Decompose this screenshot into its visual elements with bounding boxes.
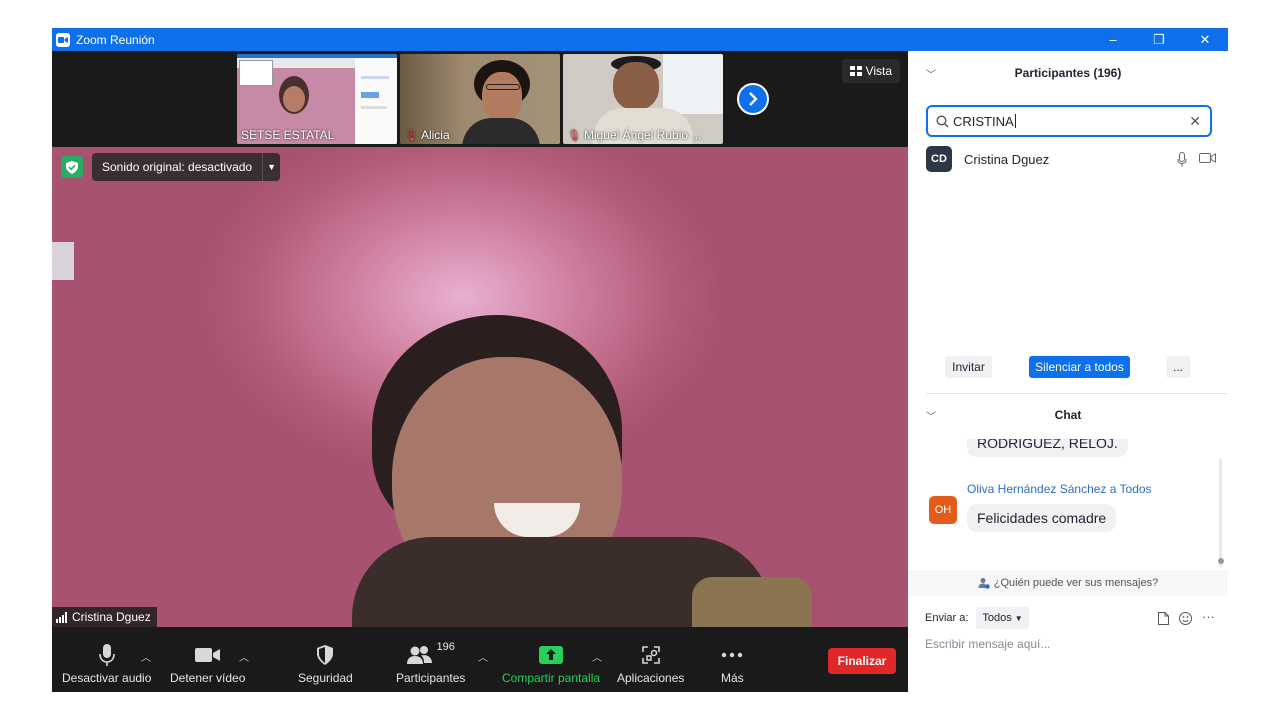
stop-video-button[interactable]: Detener vídeo xyxy=(170,641,245,685)
next-page-button[interactable] xyxy=(737,83,769,115)
signal-bars-icon xyxy=(56,611,67,623)
security-shield-icon xyxy=(61,156,83,178)
clear-search-icon[interactable]: ✕ xyxy=(1189,113,1201,130)
original-sound-toggle[interactable]: Sonido original: desactivado ▼ xyxy=(92,153,281,181)
participants-options-caret-icon[interactable]: ︿ xyxy=(478,649,488,664)
meeting-area: SETSE ESTATAL 🎙 Alicia 🎙 Miguel Ángel Rubi… xyxy=(52,51,908,692)
participants-icon: 196 xyxy=(406,641,455,669)
wall-outlet xyxy=(52,242,74,280)
video-camera-icon[interactable] xyxy=(1199,152,1216,164)
microphone-icon[interactable] xyxy=(1177,151,1187,167)
window-title: Zoom Reunión xyxy=(76,32,155,47)
close-button[interactable]: ✕ xyxy=(1182,28,1228,51)
share-options-caret-icon[interactable]: ︿ xyxy=(592,649,602,664)
zoom-window: Zoom Reunión – ❐ ✕ SETSE ESTATAL 🎙 Alici… xyxy=(52,28,1228,692)
message-visibility-link[interactable]: ¿Quién puede ver sus mensajes? xyxy=(908,570,1228,596)
security-button[interactable]: Seguridad xyxy=(298,641,353,685)
panel-divider xyxy=(926,393,1228,394)
participant-status-icons xyxy=(1177,151,1216,167)
chat-scrollbar-thumb[interactable] xyxy=(1218,558,1224,564)
grid-view-icon xyxy=(849,65,862,76)
chevron-down-icon: ▼ xyxy=(1014,613,1023,623)
thumbnail-alicia[interactable]: 🎙 Alicia xyxy=(400,54,560,144)
share-screen-icon xyxy=(539,641,564,669)
chevron-down-icon[interactable]: ▼ xyxy=(262,153,280,181)
collapse-chevron-icon[interactable]: ﹀ xyxy=(926,66,936,81)
window-controls: – ❐ ✕ xyxy=(1090,28,1228,51)
chevron-right-icon xyxy=(749,92,758,106)
thumbnail-label: SETSE ESTATAL xyxy=(241,128,335,142)
emoji-icon[interactable] xyxy=(1179,611,1192,625)
file-icon[interactable] xyxy=(1158,611,1169,625)
more-button[interactable]: Más xyxy=(721,641,744,685)
view-button[interactable]: Vista xyxy=(841,59,900,83)
participants-header: ﹀ Participantes (196) xyxy=(926,66,1122,81)
participant-search-input[interactable]: CRISTINA ✕ xyxy=(926,105,1212,137)
search-icon xyxy=(936,114,949,128)
chat-compose-input[interactable]: Escribir mensaje aquí... xyxy=(925,637,1050,651)
thumbnail-label: 🎙 Miguel Ángel Rubio ... xyxy=(567,128,702,142)
more-dots-icon xyxy=(721,641,743,669)
scarf-shape xyxy=(692,577,812,627)
speaker-name-tag: Cristina Dguez xyxy=(52,607,157,627)
chat-scrollbar[interactable] xyxy=(1219,459,1222,567)
minimize-button[interactable]: – xyxy=(1090,28,1136,51)
participants-count: 196 xyxy=(436,641,455,653)
mute-audio-button[interactable]: Desactivar audio xyxy=(62,641,151,685)
share-screen-button[interactable]: Compartir pantalla xyxy=(502,641,600,685)
participants-button[interactable]: 196 Participantes xyxy=(396,641,465,685)
participant-actions: Invitar Silenciar a todos ... xyxy=(908,356,1228,378)
microphone-icon xyxy=(98,641,115,669)
send-to-row: Enviar a: Todos ▼ ··· xyxy=(925,607,1215,629)
side-panel: ﹀ Participantes (196) CRISTINA ✕ CD Cris… xyxy=(908,51,1228,692)
invite-button[interactable]: Invitar xyxy=(945,356,992,378)
avatar: OH xyxy=(929,496,957,524)
chat-message-partial: RODRIGUEZ, RELOJ. xyxy=(967,439,1128,457)
participant-name: Cristina Dguez xyxy=(964,151,1050,167)
more-dots-icon[interactable]: ··· xyxy=(1202,610,1215,625)
end-meeting-button[interactable]: Finalizar xyxy=(828,648,896,674)
apps-button[interactable]: Aplicaciones xyxy=(617,641,684,685)
search-value: CRISTINA xyxy=(953,113,1014,129)
more-options-button[interactable]: ... xyxy=(1166,356,1190,378)
chat-message: Felicidades comadre xyxy=(967,504,1117,532)
zoom-logo-icon xyxy=(56,32,70,47)
chat-header: ﹀ Chat xyxy=(926,408,1082,423)
avatar: CD xyxy=(926,146,952,172)
thumbnail-setse-estatal[interactable]: SETSE ESTATAL xyxy=(237,54,397,144)
restore-button[interactable]: ❐ xyxy=(1136,28,1182,51)
apps-icon xyxy=(641,641,661,669)
collapse-chevron-icon[interactable]: ﹀ xyxy=(926,408,936,423)
audio-options-caret-icon[interactable]: ︿ xyxy=(141,649,151,664)
chat-sender[interactable]: Oliva Hernández Sánchez a Todos xyxy=(967,482,1152,496)
shield-icon xyxy=(316,641,334,669)
user-visibility-icon xyxy=(978,578,990,589)
mute-all-button[interactable]: Silenciar a todos xyxy=(1029,356,1130,378)
main-video: Sonido original: desactivado ▼ Cristina … xyxy=(52,147,908,627)
chat-messages: RODRIGUEZ, RELOJ. Oliva Hernández Sánche… xyxy=(908,439,1228,567)
muted-mic-icon: 🎙 xyxy=(404,129,418,142)
thumbnail-label: 🎙 Alicia xyxy=(404,128,450,142)
chat-tools: ··· xyxy=(1158,610,1215,625)
title-bar: Zoom Reunión – ❐ ✕ xyxy=(52,28,1228,51)
thumbnail-miguel[interactable]: 🎙 Miguel Ángel Rubio ... xyxy=(563,54,723,144)
video-options-caret-icon[interactable]: ︿ xyxy=(239,649,249,664)
video-camera-icon xyxy=(194,641,221,669)
thumbnail-strip: SETSE ESTATAL 🎙 Alicia 🎙 Miguel Ángel Rubi… xyxy=(52,51,908,147)
recipient-dropdown[interactable]: Todos ▼ xyxy=(976,607,1029,629)
meeting-toolbar: Desactivar audio ︿ Detener vídeo ︿ Segur… xyxy=(52,627,908,692)
muted-mic-icon: 🎙 xyxy=(567,129,581,142)
text-caret xyxy=(1014,114,1016,128)
participant-row[interactable]: CD Cristina Dguez xyxy=(926,146,1216,172)
